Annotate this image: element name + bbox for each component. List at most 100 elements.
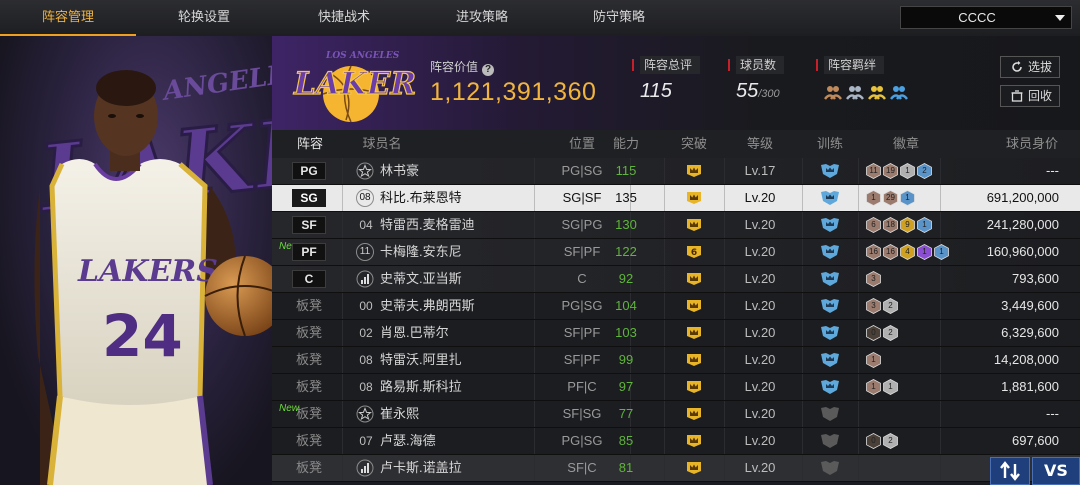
tab-defense-strategy[interactable]: 防守策略	[548, 0, 690, 34]
lineup-header: LOS ANGELES LAKERS 阵容价值? 1,121,391,360 阵…	[272, 36, 1080, 130]
crown-icon	[687, 435, 701, 447]
badge-hex-icon[interactable]: 1	[866, 190, 881, 206]
table-row[interactable]: 板凳 07 卢瑟.海德 PG|SG 85 Lv.20 0 2 697,600	[272, 428, 1080, 455]
table-row[interactable]: New PF 11 卡梅隆.安东尼 SF|PF 122 6 Lv.20 16 16 4 1 1 160,9…	[272, 239, 1080, 266]
player-name[interactable]: 特雷沃.阿里扎	[380, 347, 462, 373]
table-row[interactable]: New 板凳 崔永熙 SF|SG 77 Lv.20 ---	[272, 401, 1080, 428]
player-name[interactable]: 史蒂夫.弗朗西斯	[380, 293, 475, 319]
player-ability: 103	[615, 325, 637, 340]
table-row[interactable]: C 史蒂文.亚当斯 C 92 Lv.20 3 793,600	[272, 266, 1080, 293]
training-icon[interactable]	[820, 379, 840, 395]
player-portrait-panel: LOS ANGELES LAKERS LAKERS 24	[0, 36, 272, 485]
table-row[interactable]: 板凳 卢卡斯.诺盖拉 SF|C 81 Lv.20	[272, 455, 1080, 482]
badge-count: 3	[871, 274, 876, 283]
training-icon[interactable]	[820, 433, 840, 449]
col-badge[interactable]: 徽章	[872, 130, 940, 158]
badge-count: 1	[871, 382, 876, 391]
player-name[interactable]: 崔永熙	[380, 401, 419, 427]
badge-count: 18	[886, 220, 895, 229]
badge-hex-icon[interactable]: 2	[883, 433, 898, 449]
player-name[interactable]: 卢卡斯.诺盖拉	[380, 455, 462, 481]
chemistry-people-icon-silver[interactable]	[846, 84, 864, 102]
bench-slot-label: 板凳	[295, 325, 322, 340]
table-row[interactable]: SG 08 科比.布莱恩特 SG|SF 135 Lv.20 1 29 1 691,200,000	[272, 185, 1080, 212]
chevron-down-icon	[1055, 15, 1065, 21]
badge-hex-icon[interactable]: 16	[866, 244, 881, 260]
player-name[interactable]: 卢瑟.海德	[380, 428, 436, 454]
tab-offense-strategy[interactable]: 进攻策略	[416, 0, 548, 34]
badge-hex-icon[interactable]: 1	[883, 379, 898, 395]
tab-rotation-settings[interactable]: 轮换设置	[136, 0, 272, 34]
lineup-slot-badge: SG	[292, 189, 326, 207]
signal-bars-icon	[356, 459, 374, 477]
badge-hex-icon[interactable]: 11	[866, 163, 881, 179]
badge-hex-icon[interactable]: 29	[883, 190, 898, 206]
badge-hex-icon[interactable]: 3	[866, 271, 881, 287]
crown-icon	[687, 408, 701, 420]
table-row[interactable]: PG 林书豪 PG|SG 115 Lv.17 11 19 1 2 ---	[272, 158, 1080, 185]
badge-count: 2	[888, 328, 893, 337]
jersey-number: 04	[359, 218, 373, 232]
training-icon[interactable]	[820, 325, 840, 341]
player-name[interactable]: 林书豪	[380, 158, 419, 184]
chemistry-people-icon-gold[interactable]	[868, 84, 886, 102]
training-icon[interactable]	[820, 190, 840, 206]
crown-icon	[687, 219, 701, 231]
badge-hex-icon[interactable]: 19	[883, 163, 898, 179]
col-training[interactable]: 训练	[802, 130, 858, 158]
player-name[interactable]: 特雷西.麦格雷迪	[380, 212, 475, 238]
player-name[interactable]: 科比.布莱恩特	[380, 185, 462, 211]
player-name[interactable]: 卡梅隆.安东尼	[380, 239, 462, 265]
swap-button[interactable]	[990, 457, 1030, 485]
jersey-lakers-text: LAKERS	[77, 254, 218, 289]
player-ability: 135	[615, 190, 637, 205]
training-icon[interactable]	[820, 460, 840, 476]
badge-hex-icon[interactable]: 0	[866, 433, 881, 449]
player-ability: 85	[618, 433, 634, 448]
col-lineup[interactable]: 阵容	[286, 130, 334, 158]
table-row[interactable]: 板凳 08 路易斯.斯科拉 PF|C 97 Lv.20 1 1 1,881,600	[272, 374, 1080, 401]
training-icon[interactable]	[820, 217, 840, 233]
table-row[interactable]: 板凳 08 特雷沃.阿里扎 SF|PF 99 Lv.20 1 14,208,000	[272, 347, 1080, 374]
badge-hex-icon[interactable]: 6	[866, 217, 881, 233]
training-icon[interactable]	[820, 163, 840, 179]
badge-hex-icon[interactable]: 0	[866, 325, 881, 341]
table-row[interactable]: SF 04 特雷西.麦格雷迪 SG|PG 130 Lv.20 6 18 9 1 241,280,00…	[272, 212, 1080, 239]
col-level[interactable]: 等级	[712, 130, 808, 158]
select-button[interactable]: 选拔	[1000, 56, 1060, 78]
vs-button[interactable]: VS	[1032, 457, 1080, 485]
col-worth[interactable]: 球员身价	[992, 130, 1072, 158]
recycle-button[interactable]: 回收	[1000, 85, 1060, 107]
recycle-icon	[1011, 90, 1023, 102]
tab-quick-tactics[interactable]: 快捷战术	[272, 0, 416, 34]
badge-hex-icon[interactable]: 3	[866, 298, 881, 314]
badge-count: 0	[871, 328, 876, 337]
player-name[interactable]: 路易斯.斯科拉	[380, 374, 462, 400]
badge-hex-icon[interactable]: 18	[883, 217, 898, 233]
training-icon[interactable]	[820, 244, 840, 260]
badge-hex-icon[interactable]: 2	[883, 298, 898, 314]
training-icon[interactable]	[820, 352, 840, 368]
training-icon[interactable]	[820, 298, 840, 314]
badge-hex-icon[interactable]: 2	[883, 325, 898, 341]
training-icon[interactable]	[820, 406, 840, 422]
help-icon[interactable]: ?	[482, 64, 495, 76]
bench-slot-label: 板凳	[295, 460, 322, 475]
table-row[interactable]: 板凳 02 肖恩.巴蒂尔 SF|PF 103 Lv.20 0 2 6,329,600	[272, 320, 1080, 347]
tab-lineup-management[interactable]: 阵容管理	[0, 0, 136, 36]
player-name[interactable]: 史蒂文.亚当斯	[380, 266, 462, 292]
badge-hex-icon[interactable]: 1	[866, 379, 881, 395]
col-player[interactable]: 球员名	[352, 130, 412, 158]
player-name[interactable]: 肖恩.巴蒂尔	[380, 320, 449, 346]
chemistry-people-icon-bronze[interactable]	[824, 84, 842, 102]
table-row[interactable]: 板凳 00 史蒂夫.弗朗西斯 PG|SG 104 Lv.20 3 2 3,449,600	[272, 293, 1080, 320]
badge-hex-icon[interactable]: 1	[866, 352, 881, 368]
bench-slot-label: 板凳	[295, 379, 322, 394]
signal-bars-icon	[356, 270, 374, 288]
rating-value: 115	[640, 80, 672, 102]
training-icon[interactable]	[820, 271, 840, 287]
chemistry-people-icon-blue[interactable]	[890, 84, 908, 102]
badge-hex-icon[interactable]: 16	[883, 244, 898, 260]
team-select-dropdown[interactable]: CCCC	[900, 6, 1072, 29]
col-ability[interactable]: 能力	[592, 130, 660, 158]
